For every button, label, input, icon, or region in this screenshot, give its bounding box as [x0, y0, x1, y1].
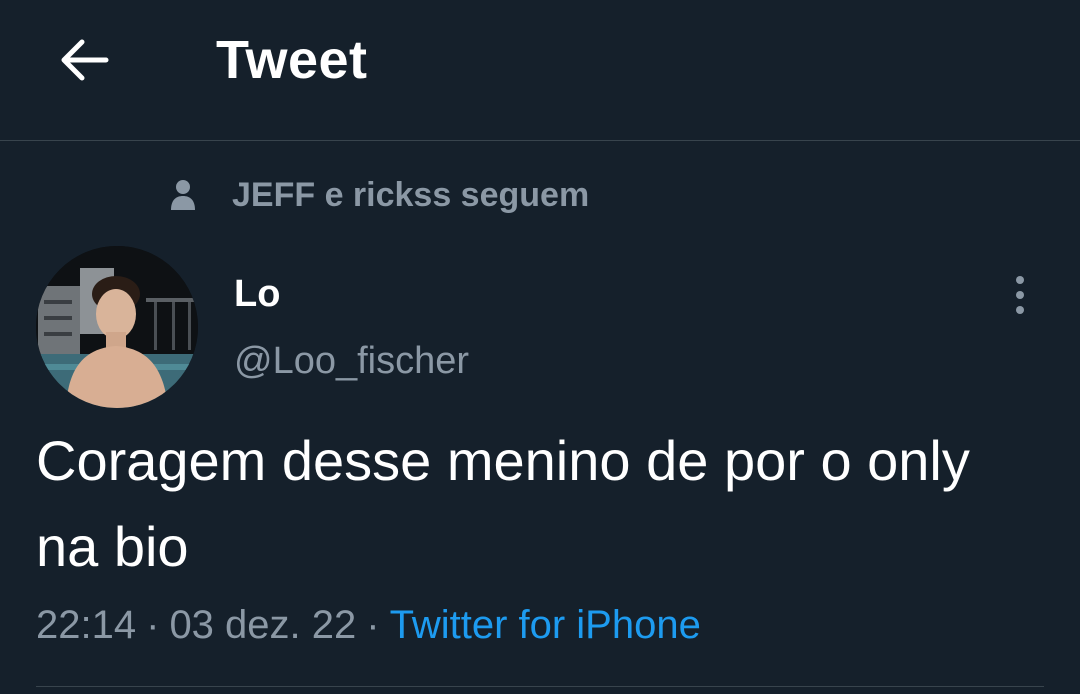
avatar[interactable]	[36, 246, 198, 408]
avatar-image	[36, 246, 198, 408]
arrow-left-icon	[61, 39, 109, 81]
page-title: Tweet	[216, 30, 368, 90]
separator: ·	[146, 603, 160, 647]
tweet-date[interactable]: 03 dez. 22	[169, 603, 356, 647]
separator: ·	[366, 603, 380, 647]
tweet-source-link[interactable]: Twitter for iPhone	[390, 603, 701, 647]
tweet-meta: 22:14 · 03 dez. 22 · Twitter for iPhone	[36, 598, 701, 652]
more-vertical-icon	[1016, 276, 1024, 314]
social-context-text: JEFF e rickss seguem	[232, 175, 590, 214]
top-bar: Tweet	[0, 0, 1080, 141]
tweet-time[interactable]: 22:14	[36, 603, 136, 647]
social-context[interactable]: JEFF e rickss seguem	[170, 168, 589, 222]
divider	[36, 686, 1044, 687]
person-icon	[170, 178, 200, 212]
back-button[interactable]	[50, 30, 118, 90]
author-handle[interactable]: @Loo_fischer	[234, 336, 469, 386]
more-options-button[interactable]	[1000, 270, 1040, 320]
tweet-text: Coragem desse menino de por o only na bi…	[36, 429, 970, 578]
author-name[interactable]: Lo	[234, 270, 280, 318]
